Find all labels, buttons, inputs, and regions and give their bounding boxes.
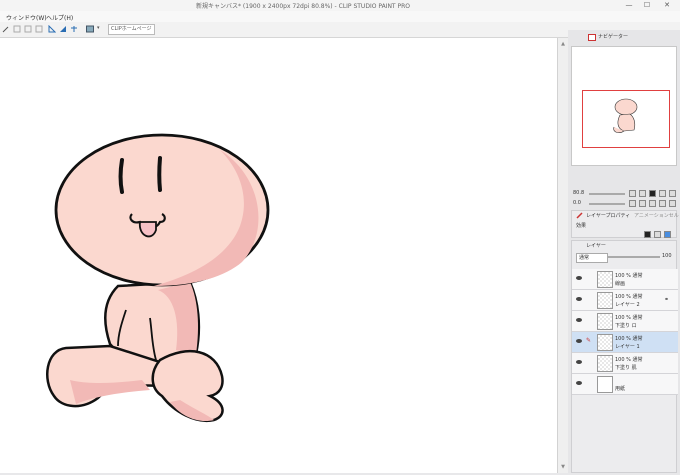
ruler-icon[interactable] — [48, 25, 56, 33]
actual-size-icon[interactable] — [659, 190, 666, 197]
eye-icon[interactable] — [576, 339, 582, 343]
rotate-track[interactable] — [589, 203, 625, 205]
navigator-icon — [588, 34, 596, 41]
scroll-up-icon[interactable]: ▲ — [559, 40, 567, 48]
layer-meta: 100 % 通常 — [615, 315, 643, 321]
scroll-down-icon[interactable]: ▼ — [559, 463, 567, 471]
layer-thumbnail — [597, 355, 613, 372]
layer-name: 下塗り ロ — [615, 323, 637, 329]
eye-icon[interactable] — [576, 276, 582, 280]
zoom-slider[interactable]: 80.8 — [571, 190, 676, 198]
eye-icon[interactable] — [576, 318, 582, 322]
undo-icon[interactable] — [13, 25, 21, 33]
layer-name: 用紙 — [615, 386, 626, 392]
character-illustration — [46, 133, 270, 423]
tab-navigator[interactable]: ナビゲーター — [598, 33, 628, 42]
layer-row[interactable]: 用紙 — [572, 374, 678, 395]
right-panel: ナビゲーター 80.8 0.0 レイヤープロパティ アニメーションセル 効果 レ… — [568, 30, 680, 473]
close-button[interactable]: ✕ — [662, 1, 672, 9]
pen-icon: ✎ — [586, 337, 592, 344]
tab-animation-cel[interactable]: アニメーションセル — [634, 212, 679, 219]
layer-thumbnail — [597, 334, 613, 351]
layer-meta: 100 % 通常 — [615, 294, 643, 300]
layer-thumbnail — [597, 313, 613, 330]
flip-vertical-icon[interactable] — [669, 200, 676, 207]
layer-name: レイヤー 1 — [615, 344, 640, 350]
effect-color-icon[interactable] — [664, 231, 671, 238]
rotate-left-icon[interactable] — [629, 200, 636, 207]
tab-layer[interactable]: レイヤー — [586, 242, 606, 249]
drawing-canvas[interactable] — [0, 38, 557, 473]
zoom-in-icon[interactable] — [629, 190, 636, 197]
layer-list: 100 % 通常 線画 100 % 通常 レイヤー 2 ⚭ 100 % 通常 下… — [572, 265, 678, 474]
clear-icon[interactable] — [35, 25, 43, 33]
rotate-slider[interactable]: 0.0 — [571, 200, 676, 208]
symmetry-icon[interactable] — [70, 25, 78, 33]
layer-thumbnail — [597, 292, 613, 309]
navigator-preview[interactable] — [571, 46, 677, 166]
link-icon: ⚭ — [664, 296, 670, 303]
clip-homepage-button[interactable]: CLIPホームページ — [108, 24, 155, 35]
layer-panel: レイヤー 通常 100 100 % 通常 線画 100 % 通常 レイヤー 2 … — [571, 240, 678, 474]
brush-icon — [576, 212, 583, 219]
opacity-slider[interactable] — [608, 256, 660, 258]
flip-horizontal-icon[interactable] — [659, 200, 666, 207]
zoom-value: 80.8 — [573, 190, 585, 196]
pen-icon[interactable] — [2, 25, 10, 33]
menu-bar: ウィンドウ(W) ヘルプ(H) — [0, 11, 680, 22]
rotate-value: 0.0 — [573, 200, 581, 206]
fill-icon[interactable] — [669, 190, 676, 197]
rotate-right-icon[interactable] — [639, 200, 646, 207]
zoom-track[interactable] — [589, 193, 625, 195]
canvas-scrollbar[interactable]: ▲ ▼ — [557, 38, 568, 473]
fit-icon[interactable] — [649, 190, 656, 197]
layer-meta: 100 % 通常 — [615, 336, 643, 342]
opacity-value: 100 — [662, 253, 672, 259]
zoom-out-icon[interactable] — [639, 190, 646, 197]
perspective-icon[interactable] — [59, 25, 67, 33]
chevron-down-icon[interactable]: ▾ — [97, 25, 100, 31]
layer-row[interactable]: 100 % 通常 レイヤー 2 ⚭ — [572, 290, 678, 311]
minimize-button[interactable]: — — [624, 1, 634, 9]
image-icon[interactable] — [86, 25, 94, 33]
layer-row[interactable]: 100 % 通常 下塗り ロ — [572, 311, 678, 332]
effect-label: 効果 — [576, 223, 587, 229]
effect-toggle-icon[interactable] — [644, 231, 651, 238]
effect-pattern-icon[interactable] — [654, 231, 661, 238]
navigator-thumbnail — [613, 98, 638, 133]
layer-meta: 100 % 通常 — [615, 273, 643, 279]
layer-property-panel: レイヤープロパティ アニメーションセル 効果 — [571, 210, 679, 238]
layer-name: 線画 — [615, 281, 626, 287]
layer-row[interactable]: ✎ 100 % 通常 レイヤー 1 — [572, 332, 678, 353]
maximize-button[interactable]: ☐ — [642, 1, 652, 9]
layer-name: レイヤー 2 — [615, 302, 640, 308]
redo-icon[interactable] — [24, 25, 32, 33]
tab-layer-property[interactable]: レイヤープロパティ — [586, 212, 630, 219]
blend-mode-value: 通常 — [579, 255, 590, 261]
menu-window[interactable]: ウィンドウ(W) — [6, 13, 47, 22]
eye-icon[interactable] — [576, 381, 582, 385]
eye-icon[interactable] — [576, 297, 582, 301]
menu-help[interactable]: ヘルプ(H) — [46, 13, 73, 22]
blend-mode-select[interactable]: 通常 — [576, 253, 608, 263]
reset-rotate-icon[interactable] — [649, 200, 656, 207]
eye-icon[interactable] — [576, 360, 582, 364]
layer-row[interactable]: 100 % 通常 下塗り 肌 — [572, 353, 678, 374]
layer-name: 下塗り 肌 — [615, 365, 637, 371]
layer-thumbnail — [597, 376, 613, 393]
layer-meta: 100 % 通常 — [615, 357, 643, 363]
window-title: 新規キャンバス* (1900 x 2400px 72dpi 80.8%) - C… — [196, 3, 411, 10]
layer-row[interactable]: 100 % 通常 線画 — [572, 269, 678, 290]
layer-thumbnail — [597, 271, 613, 288]
